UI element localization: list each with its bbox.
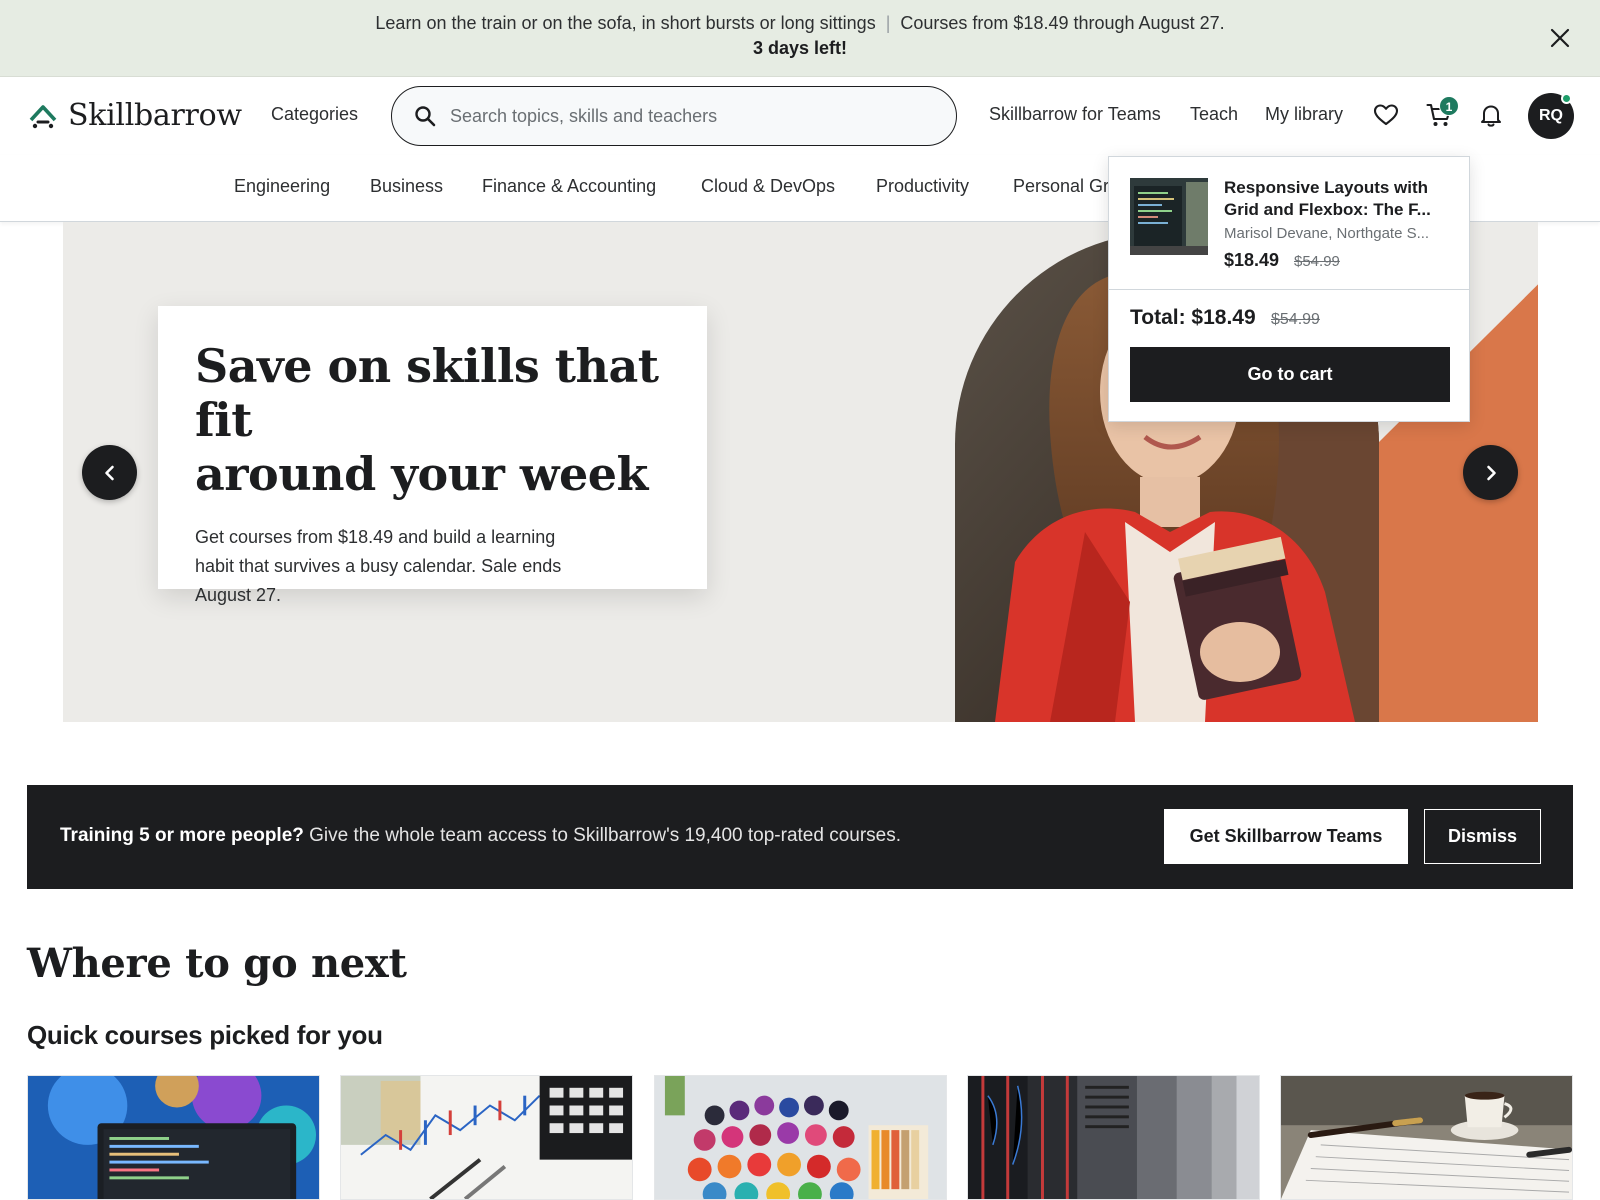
site-header: Skillbarrow Categories Skillbarrow for T… (0, 77, 1600, 155)
teach-link[interactable]: Teach (1190, 104, 1238, 125)
cart-popover: Responsive Layouts with Grid and Flexbox… (1108, 156, 1470, 422)
hero-title-line-2: around your week (195, 447, 648, 501)
categories-menu[interactable]: Categories (271, 104, 358, 125)
heart-icon[interactable] (1372, 101, 1400, 129)
section-subheading: Quick courses picked for you (27, 1020, 383, 1050)
go-to-cart-button[interactable]: Go to cart (1130, 347, 1450, 402)
cart-total-old-price: $54.99 (1271, 311, 1320, 328)
promo-separator: | (885, 13, 891, 33)
teams-message-body: Give the whole team access to Skillbarro… (303, 825, 902, 846)
chevron-left-icon (104, 465, 114, 480)
search-icon[interactable] (414, 105, 436, 127)
course-card-server-rack[interactable] (967, 1075, 1260, 1200)
search-bar[interactable] (391, 86, 957, 146)
hero-title-line-1: Save on skills that fit (195, 339, 659, 447)
cart-item-title[interactable]: Responsive Layouts with Grid and Flexbox… (1224, 177, 1452, 221)
promo-banner: Learn on the train or on the sofa, in sh… (0, 0, 1600, 77)
course-card-finance-chart[interactable] (340, 1075, 633, 1200)
bell-icon[interactable] (1477, 101, 1505, 129)
promo-message-line: Learn on the train or on the sofa, in sh… (0, 13, 1600, 34)
course-card-laptop-code[interactable] (27, 1075, 320, 1200)
course-card-notebook-coffee[interactable] (1280, 1075, 1573, 1200)
logo-text: Skillbarrow (68, 97, 242, 133)
hero-title: Save on skills that fit around your week (195, 339, 670, 501)
category-business[interactable]: Business (370, 176, 443, 197)
cart-item[interactable]: Responsive Layouts with Grid and Flexbox… (1109, 157, 1469, 290)
category-cloud-devops[interactable]: Cloud & DevOps (701, 176, 835, 197)
teams-message-bold: Training 5 or more people? (60, 825, 304, 846)
promo-offer: Courses from $18.49 through August 27. (900, 13, 1225, 33)
teams-banner: Training 5 or more people? Give the whol… (27, 785, 1573, 889)
category-engineering[interactable]: Engineering (234, 176, 330, 197)
my-library-link[interactable]: My library (1265, 104, 1343, 125)
teams-link[interactable]: Skillbarrow for Teams (989, 104, 1161, 125)
chevron-right-icon (1486, 465, 1496, 480)
promo-countdown: 3 days left! (752, 38, 848, 58)
cart-item-old-price: $54.99 (1294, 253, 1340, 270)
course-card-thread-spools[interactable] (654, 1075, 947, 1200)
dismiss-button[interactable]: Dismiss (1424, 809, 1541, 864)
logo[interactable]: Skillbarrow (28, 93, 242, 137)
carousel-next-button[interactable] (1463, 445, 1518, 500)
category-personal-growth[interactable]: Personal Gr (1013, 176, 1109, 197)
search-input[interactable] (450, 105, 920, 127)
online-status-dot (1561, 93, 1572, 104)
hero-description: Get courses from $18.49 and build a lear… (195, 527, 562, 605)
cart-item-author: Marisol Devane, Northgate S... (1224, 225, 1430, 242)
category-productivity[interactable]: Productivity (876, 176, 969, 197)
hero-promo-card: Save on skills that fit around your week… (158, 306, 707, 605)
section-heading: Where to go next (27, 940, 407, 987)
course-thumbnail (1130, 178, 1208, 255)
logo-icon (29, 105, 57, 129)
category-finance-accounting[interactable]: Finance & Accounting (482, 176, 656, 197)
cart-total: Total: $18.49 (1130, 306, 1256, 329)
get-teams-button[interactable]: Get Skillbarrow Teams (1164, 809, 1408, 864)
cart-item-price: $18.49 (1224, 250, 1280, 270)
cart-count-badge: 1 (1439, 96, 1459, 116)
carousel-prev-button[interactable] (82, 445, 137, 500)
close-icon[interactable] (1546, 24, 1574, 52)
promo-message: Learn on the train or on the sofa, in sh… (375, 13, 876, 33)
teams-message: Training 5 or more people? Give the whol… (60, 825, 901, 847)
